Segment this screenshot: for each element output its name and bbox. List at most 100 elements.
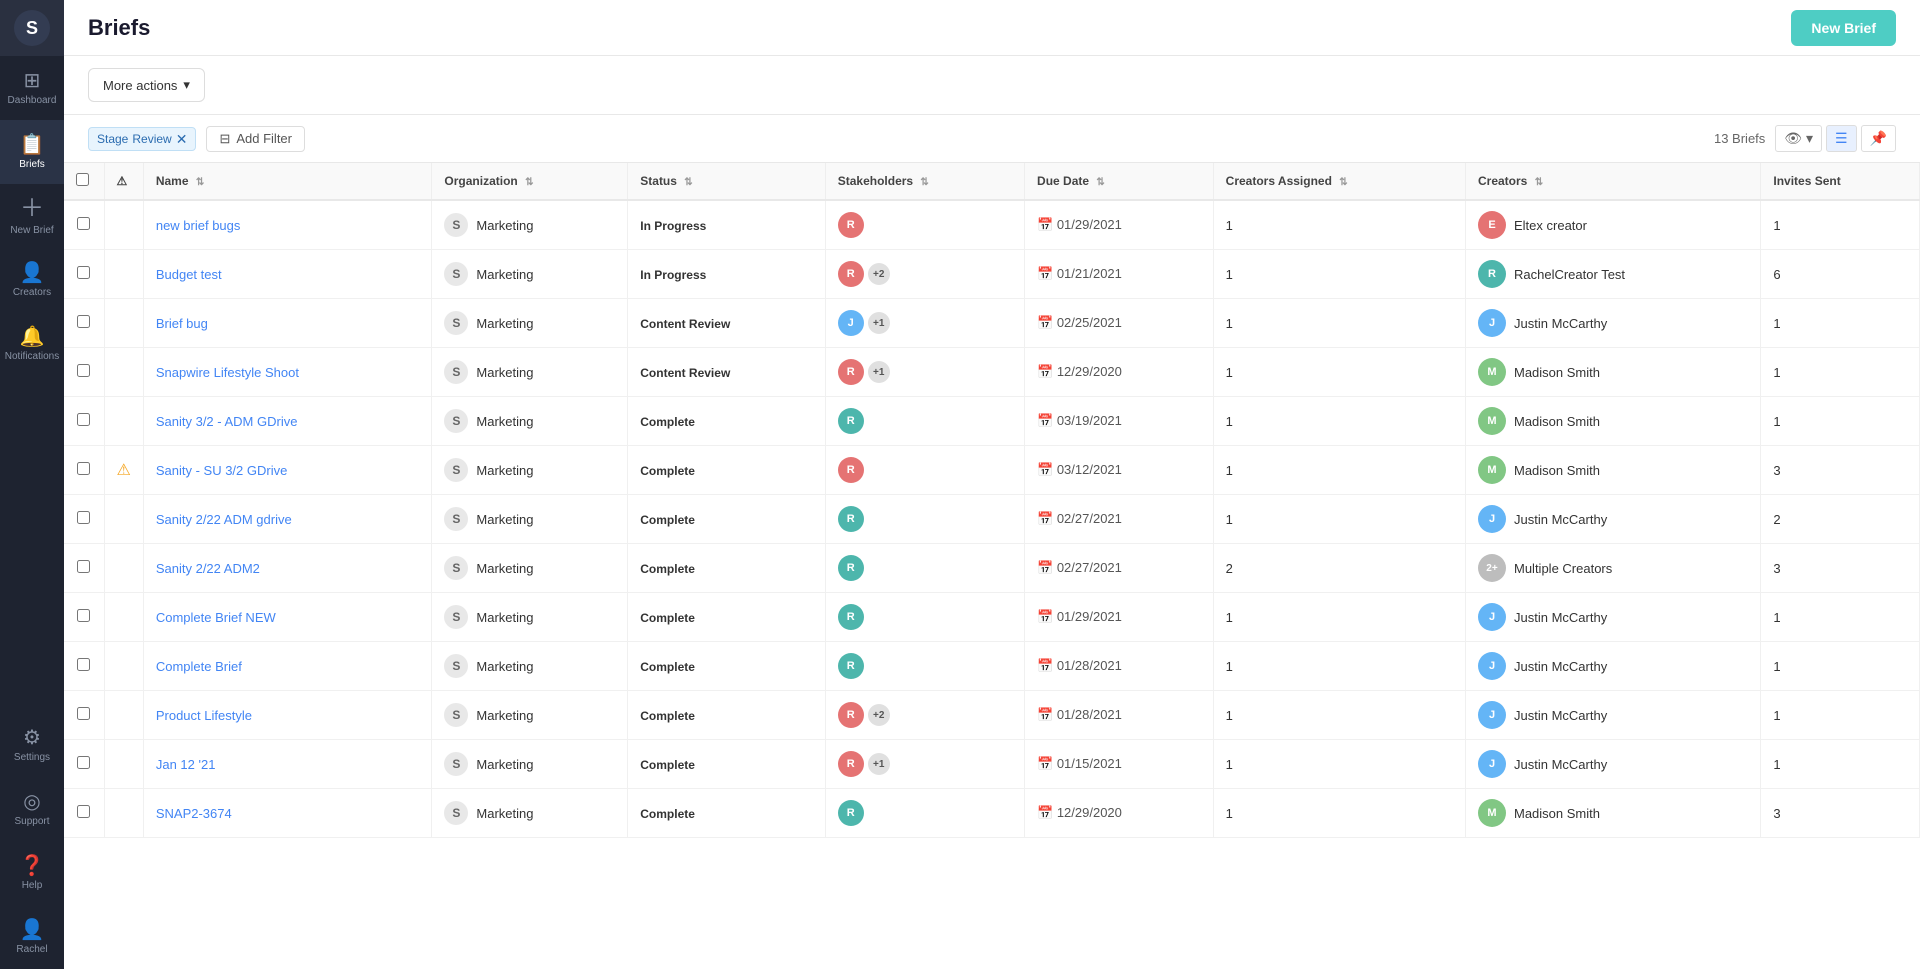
th-due-date[interactable]: Due Date ⇅ <box>1025 163 1214 200</box>
row-warning-cell <box>104 348 143 397</box>
row-checkbox[interactable] <box>77 560 90 573</box>
brief-name-link[interactable]: SNAP2-3674 <box>156 806 232 821</box>
row-creators-assigned-cell: 1 <box>1213 299 1465 348</box>
row-creators-assigned-cell: 1 <box>1213 642 1465 691</box>
row-checkbox[interactable] <box>77 266 90 279</box>
row-stakeholders-cell: R+2 <box>825 691 1024 740</box>
row-checkbox[interactable] <box>77 658 90 671</box>
app-logo[interactable]: S <box>14 10 50 46</box>
brief-name-link[interactable]: Sanity 3/2 - ADM GDrive <box>156 414 298 429</box>
creator-name: Eltex creator <box>1514 218 1587 233</box>
org-name: Marketing <box>476 610 533 625</box>
add-filter-button[interactable]: ⊟ Add Filter <box>206 126 305 152</box>
warning-icon: ⚠ <box>117 462 131 479</box>
org-name: Marketing <box>476 267 533 282</box>
table-header-row: ⚠ Name ⇅ Organization ⇅ Status ⇅ Stakeho… <box>64 163 1920 200</box>
new-brief-button[interactable]: New Brief <box>1791 10 1896 46</box>
org-logo: S <box>444 752 468 776</box>
row-checkbox[interactable] <box>77 609 90 622</box>
page-title: Briefs <box>88 15 1791 41</box>
view-eye-button[interactable]: 👁 ▾ <box>1775 125 1822 152</box>
th-creators[interactable]: Creators ⇅ <box>1466 163 1761 200</box>
row-due-date-cell: 📅 12/29/2020 <box>1025 789 1214 838</box>
brief-name-link[interactable]: new brief bugs <box>156 218 241 233</box>
row-checkbox[interactable] <box>77 805 90 818</box>
filter-tag-stage-label: Stage <box>97 132 128 146</box>
row-checkbox[interactable] <box>77 217 90 230</box>
table-row: Complete Brief NEWSMarketingCompleteR📅 0… <box>64 593 1920 642</box>
brief-name-link[interactable]: Product Lifestyle <box>156 708 252 723</box>
row-due-date-cell: 📅 01/28/2021 <box>1025 642 1214 691</box>
org-name: Marketing <box>476 512 533 527</box>
row-checkbox[interactable] <box>77 707 90 720</box>
row-checkbox-cell <box>64 495 104 544</box>
sidebar-item-rachel[interactable]: 👤 Rachel <box>0 905 64 969</box>
row-status-cell: Complete <box>628 495 825 544</box>
th-invites-sent[interactable]: Invites Sent <box>1761 163 1920 200</box>
row-warning-cell <box>104 397 143 446</box>
rachel-avatar-icon: 👤 <box>20 920 45 940</box>
sidebar-item-settings[interactable]: ⚙ Settings <box>0 713 64 777</box>
sidebar-item-support[interactable]: ◎ Support <box>0 777 64 841</box>
help-icon: ❓ <box>20 856 45 876</box>
row-due-date-cell: 📅 01/29/2021 <box>1025 200 1214 250</box>
briefs-table-wrapper: ⚠ Name ⇅ Organization ⇅ Status ⇅ Stakeho… <box>64 163 1920 969</box>
th-stakeholders[interactable]: Stakeholders ⇅ <box>825 163 1024 200</box>
row-due-date-cell: 📅 02/27/2021 <box>1025 544 1214 593</box>
brief-name-link[interactable]: Budget test <box>156 267 222 282</box>
brief-name-link[interactable]: Sanity - SU 3/2 GDrive <box>156 463 288 478</box>
org-name: Marketing <box>476 463 533 478</box>
row-invites-sent-cell: 1 <box>1761 397 1920 446</box>
row-checkbox[interactable] <box>77 315 90 328</box>
view-list-button[interactable]: ☰ <box>1826 125 1857 152</box>
sidebar-item-new-brief[interactable]: ＋ New Brief <box>0 184 64 248</box>
brief-name-link[interactable]: Sanity 2/22 ADM gdrive <box>156 512 292 527</box>
org-logo: S <box>444 801 468 825</box>
sidebar-item-creators[interactable]: 👤 Creators <box>0 248 64 312</box>
org-logo: S <box>444 605 468 629</box>
row-checkbox[interactable] <box>77 756 90 769</box>
brief-name-link[interactable]: Complete Brief <box>156 659 242 674</box>
brief-name-link[interactable]: Snapwire Lifestyle Shoot <box>156 365 299 380</box>
row-checkbox[interactable] <box>77 511 90 524</box>
filter-tag-stage-review[interactable]: Stage Review ✕ <box>88 127 196 151</box>
stakeholders-sort-icon: ⇅ <box>920 177 928 188</box>
row-org-cell: SMarketing <box>432 397 628 446</box>
duedate-sort-icon: ⇅ <box>1096 177 1104 188</box>
brief-name-link[interactable]: Complete Brief NEW <box>156 610 276 625</box>
filter-tag-review-label: Review <box>132 132 171 146</box>
filter-tag-close-icon[interactable]: ✕ <box>176 132 188 146</box>
row-status-cell: In Progress <box>628 250 825 299</box>
th-creators-assigned[interactable]: Creators Assigned ⇅ <box>1213 163 1465 200</box>
view-pin-button[interactable]: 📌 <box>1861 125 1896 152</box>
select-all-checkbox[interactable] <box>76 173 89 186</box>
table-row: Snapwire Lifestyle ShootSMarketingConten… <box>64 348 1920 397</box>
row-creators-cell: MMadison Smith <box>1466 446 1761 495</box>
briefs-icon: 📋 <box>20 135 45 155</box>
row-checkbox[interactable] <box>77 462 90 475</box>
row-invites-sent-cell: 1 <box>1761 593 1920 642</box>
th-status[interactable]: Status ⇅ <box>628 163 825 200</box>
row-name-cell: Jan 12 '21 <box>143 740 432 789</box>
brief-name-link[interactable]: Jan 12 '21 <box>156 757 216 772</box>
row-name-cell: Complete Brief NEW <box>143 593 432 642</box>
status-badge: Complete <box>640 758 695 772</box>
row-checkbox[interactable] <box>77 413 90 426</box>
th-name[interactable]: Name ⇅ <box>143 163 432 200</box>
sidebar-item-briefs[interactable]: 📋 Briefs <box>0 120 64 184</box>
sidebar-item-help[interactable]: ❓ Help <box>0 841 64 905</box>
add-filter-label: Add Filter <box>236 131 292 146</box>
brief-name-link[interactable]: Brief bug <box>156 316 208 331</box>
row-creators-cell: MMadison Smith <box>1466 397 1761 446</box>
sidebar-item-dashboard[interactable]: ⊞ Dashboard <box>0 56 64 120</box>
warning-header-icon: ⚠ <box>117 174 128 188</box>
more-actions-button[interactable]: More actions ▾ <box>88 68 205 102</box>
row-name-cell: Complete Brief <box>143 642 432 691</box>
row-creators-cell: JJustin McCarthy <box>1466 593 1761 642</box>
sidebar-item-notifications[interactable]: 🔔 Notifications <box>0 312 64 376</box>
row-org-cell: S Marketing <box>432 593 628 642</box>
row-checkbox[interactable] <box>77 364 90 377</box>
row-invites-sent-cell: 1 <box>1761 348 1920 397</box>
brief-name-link[interactable]: Sanity 2/22 ADM2 <box>156 561 260 576</box>
th-organization[interactable]: Organization ⇅ <box>432 163 628 200</box>
